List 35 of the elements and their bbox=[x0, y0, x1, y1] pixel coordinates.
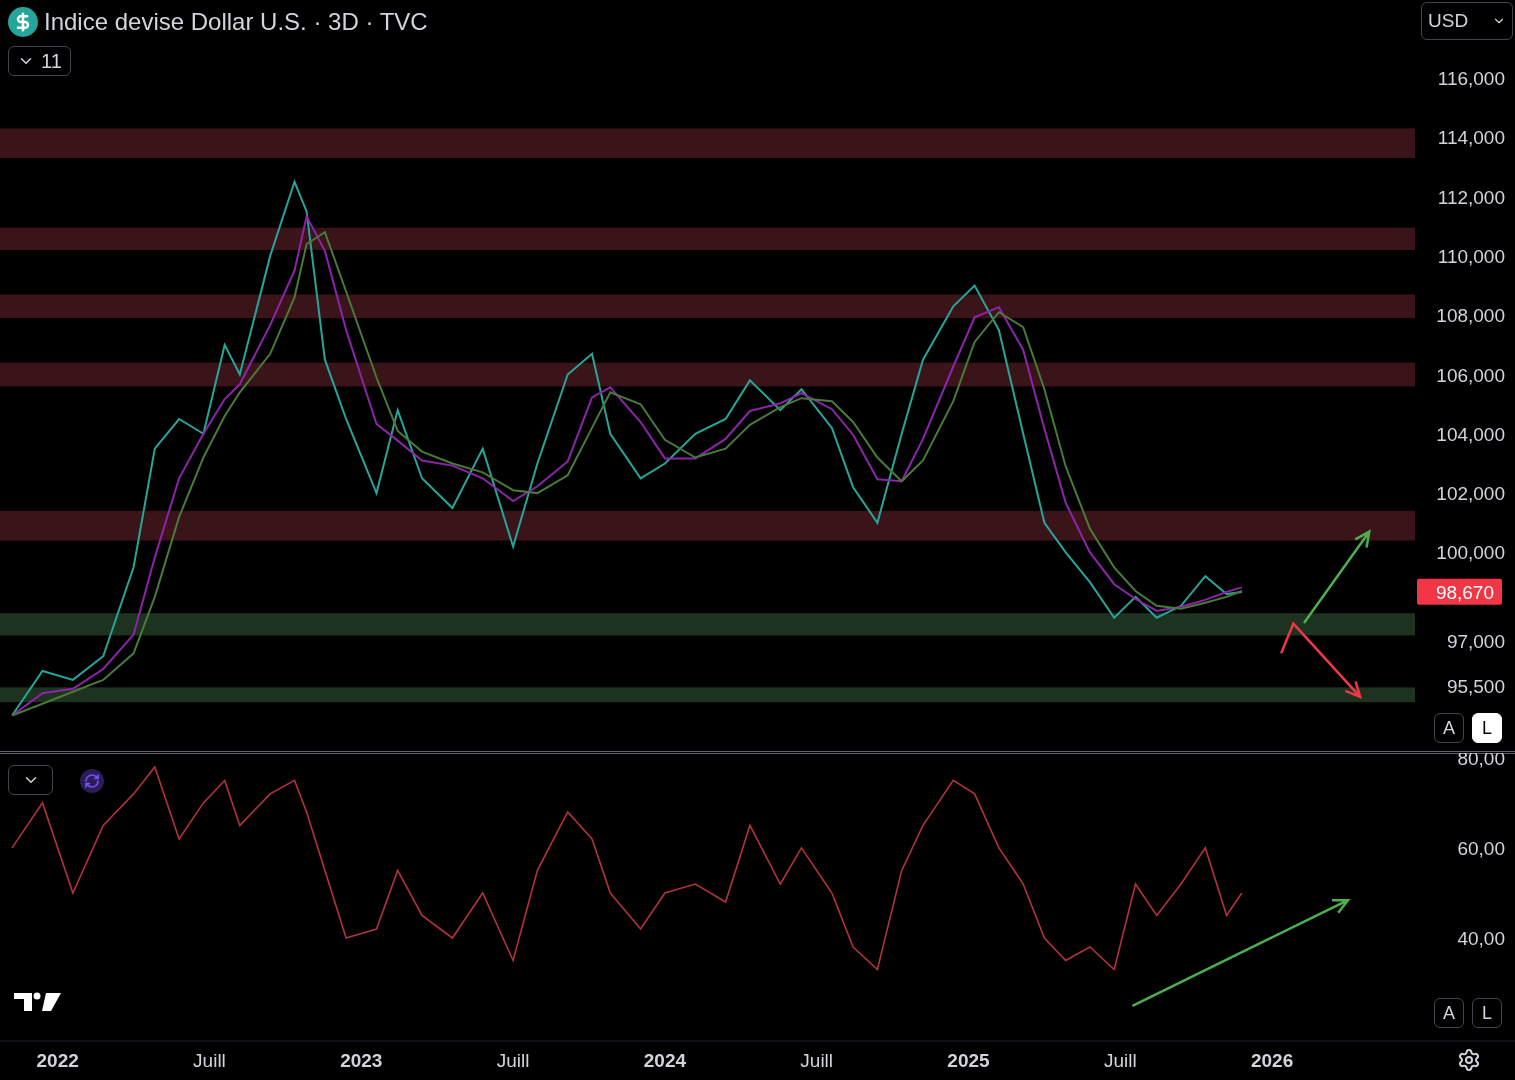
axis-label: 2026 bbox=[1250, 1050, 1294, 1071]
last-price-label: 98,670 bbox=[1435, 581, 1494, 603]
axis-label: Juill bbox=[800, 1050, 834, 1071]
axis-label: 100,000 bbox=[1436, 542, 1505, 564]
axis-label: 2024 bbox=[643, 1050, 687, 1071]
logo-icon bbox=[14, 992, 61, 1011]
axis-label: Juill bbox=[1103, 1050, 1137, 1071]
axis-label: 2025 bbox=[947, 1050, 990, 1071]
axis-label: 116,000 bbox=[1437, 68, 1505, 89]
settings-icon[interactable] bbox=[1457, 1048, 1481, 1072]
axis-label: 40,00 bbox=[1457, 927, 1505, 949]
collapse-button[interactable] bbox=[8, 765, 53, 795]
axis-label: 108,000 bbox=[1436, 305, 1505, 327]
chart-title: Indice devise Dollar U.S. · 3D · TVC bbox=[44, 7, 428, 37]
refresh-icon[interactable] bbox=[80, 769, 104, 793]
axis-label: 110,000 bbox=[1437, 245, 1505, 267]
axis-label: 104,000 bbox=[1436, 423, 1505, 445]
axis-label: 97,000 bbox=[1446, 631, 1505, 653]
dollar-icon bbox=[8, 7, 38, 37]
scale-button[interactable]: L bbox=[1472, 998, 1502, 1028]
axis-label: 114,000 bbox=[1437, 127, 1505, 149]
currency-dropdown[interactable]: USD bbox=[1421, 2, 1513, 40]
scale-button[interactable]: L bbox=[1472, 713, 1502, 743]
axis-label: Juill bbox=[193, 1050, 226, 1071]
scale-button[interactable]: A bbox=[1434, 713, 1464, 743]
axis-label: 112,000 bbox=[1437, 186, 1505, 208]
axis-label: Juill bbox=[496, 1050, 530, 1071]
axis-label: 102,000 bbox=[1436, 483, 1505, 505]
axis-label: 95,500 bbox=[1446, 675, 1505, 697]
scale-button[interactable]: A bbox=[1434, 998, 1464, 1028]
axis-label: 2023 bbox=[340, 1050, 383, 1071]
axis-label: 106,000 bbox=[1436, 364, 1505, 386]
axis-label: 60,00 bbox=[1457, 837, 1505, 859]
axis-label: 2022 bbox=[36, 1050, 79, 1071]
indicators-toggle[interactable]: 11 bbox=[8, 46, 71, 76]
